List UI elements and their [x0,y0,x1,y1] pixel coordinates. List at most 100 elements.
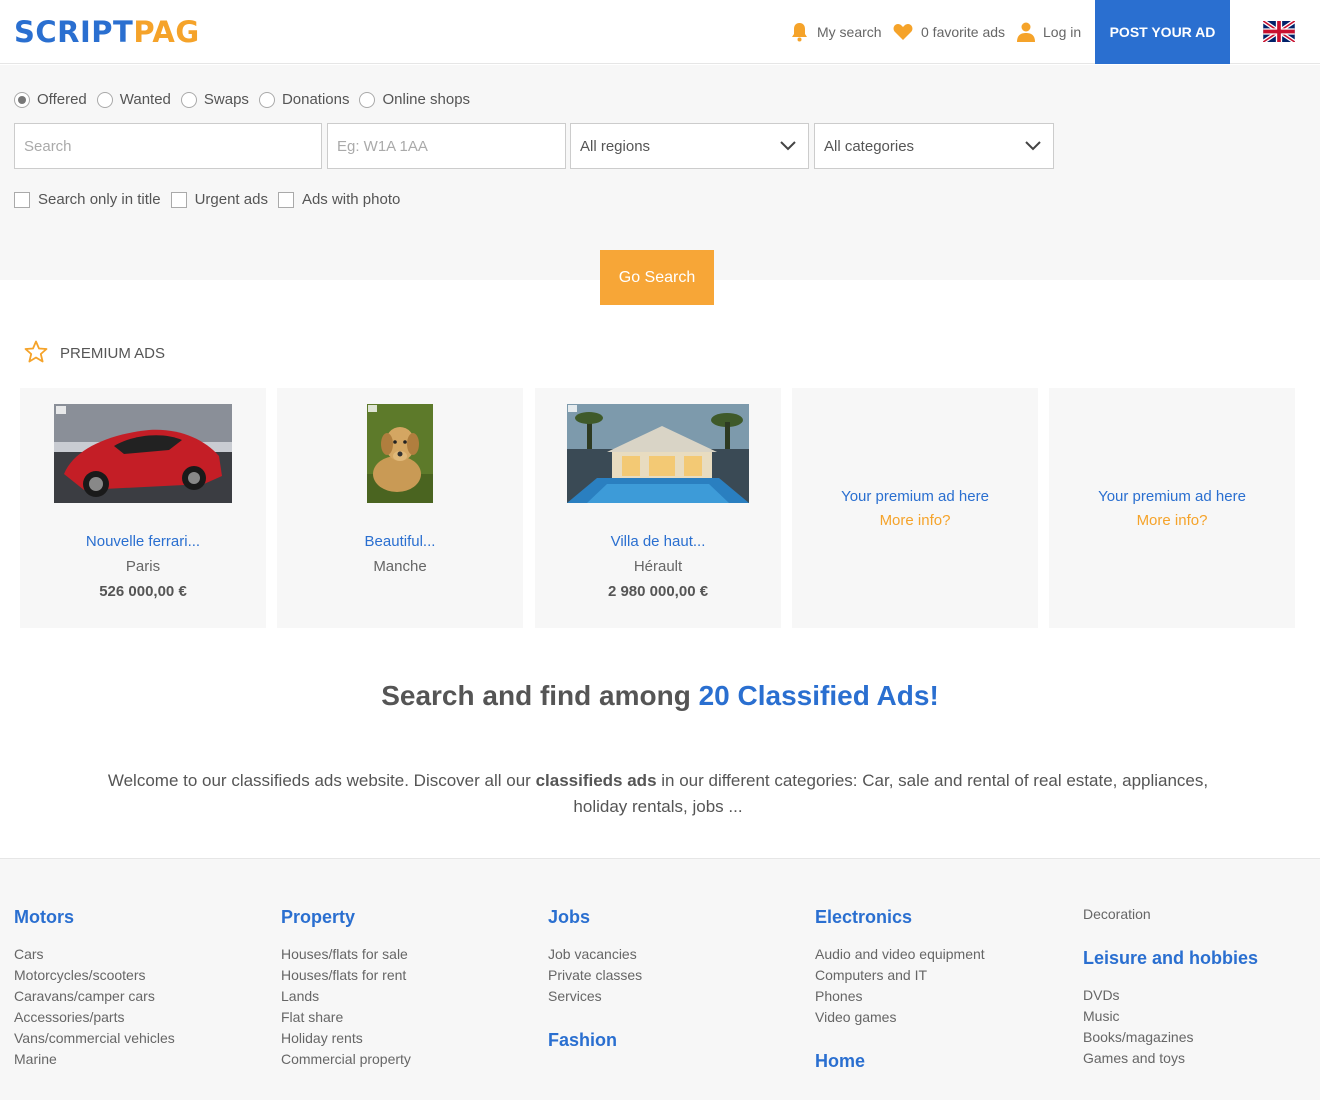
ad-photo-sports-car[interactable] [54,404,232,503]
radio-label: Offered [37,91,87,108]
my-search-link[interactable]: My search [790,0,882,64]
site-logo[interactable]: SCRIPTPAG [14,14,200,50]
category-home[interactable]: Home [815,1051,865,1072]
bell-icon [790,22,809,42]
subcategory-link[interactable]: Job vacancies [548,944,637,965]
radio-dot[interactable] [96,91,113,108]
intro-before: Welcome to our classifieds ads website. … [107,771,531,790]
intro-after: in our different categories: Car, sale a… [573,771,1209,816]
your-premium-ad-link[interactable]: Your premium ad here [1049,488,1295,505]
checkbox-box[interactable] [170,191,187,208]
postcode-input[interactable]: Eg: W1A 1AA [327,123,566,169]
ad-location: Hérault [633,558,683,575]
favorites-link[interactable]: 0 favorite ads [893,0,1005,64]
category-fashion[interactable]: Fashion [548,1030,617,1051]
ad-price: 2 980 000,00 € [607,583,709,600]
subcategory-link[interactable]: Private classes [548,965,642,986]
checkbox-urgent[interactable]: Urgent ads [170,191,268,208]
favorites-label: 0 favorite ads [921,24,1006,40]
radio-label: Donations [281,91,350,108]
ad-photo-dog[interactable] [367,404,433,503]
star-icon [24,340,48,367]
subcategory-link[interactable]: Video games [815,1007,896,1028]
checkbox-label: Ads with photo [301,191,401,208]
site-header: SCRIPTPAG My search 0 favorite ads Log i… [0,0,1320,64]
search-input[interactable]: Search [14,123,322,169]
page-headline: Search and find among 20 Classified Ads! [0,680,1320,712]
radio-offered[interactable]: Offered [14,91,87,108]
subcategory-link[interactable]: Services [548,986,602,1007]
category-electronics[interactable]: Electronics [815,907,912,928]
checkbox-title-only[interactable]: Search only in title [14,191,161,208]
subcategory-link[interactable]: Decoration [1083,904,1151,925]
category-select[interactable]: All categories [814,123,1054,169]
checkbox-box[interactable] [14,191,30,208]
radio-dot[interactable] [180,91,197,108]
category-leisure[interactable]: Leisure and hobbies [1083,948,1258,969]
premium-ad-placeholder[interactable]: Your premium ad here More info? [1049,388,1295,628]
ad-location: Manche [373,558,427,575]
subcategory-link[interactable]: Caravans/camper cars [14,986,155,1007]
search-options: Search only in title Urgent ads Ads with… [14,191,400,208]
uk-flag-icon[interactable] [1262,19,1296,47]
subcategory-link[interactable]: Houses/flats for rent [281,965,406,986]
premium-ads-title: PREMIUM ADS [60,345,166,362]
radio-wanted[interactable]: Wanted [96,91,171,108]
checkbox-with-photo[interactable]: Ads with photo [277,191,401,208]
ad-photo-villa[interactable] [567,404,749,503]
more-info-link[interactable]: More info? [792,512,1038,529]
subcategory-link[interactable]: Holiday rents [281,1028,363,1049]
search-panel: Offered Wanted Swaps Donations Online sh… [0,65,1320,280]
radio-dot[interactable] [14,91,30,108]
ad-title-link[interactable]: Beautiful... [277,533,523,550]
radio-online-shops[interactable]: Online shops [359,91,470,108]
your-premium-ad-link[interactable]: Your premium ad here [792,488,1038,505]
radio-dot[interactable] [258,91,275,108]
premium-ad-card[interactable]: Nouvelle ferrari... Paris 526 000,00 € [20,388,266,628]
region-select[interactable]: All regions [570,123,809,169]
subcategory-link[interactable]: Cars [14,944,44,965]
logo-part-pag: PAG [133,15,200,49]
subcategory-link[interactable]: Marine [14,1049,57,1070]
subcategory-link[interactable]: DVDs [1083,985,1120,1006]
intro-bold: classifieds ads [535,771,657,790]
subcategory-link[interactable]: Audio and video equipment [815,944,985,965]
radio-dot[interactable] [359,91,376,108]
radio-swaps[interactable]: Swaps [180,91,249,108]
region-value: All regions [580,137,651,155]
premium-ad-placeholder[interactable]: Your premium ad here More info? [792,388,1038,628]
ad-title-link[interactable]: Villa de haut... [535,533,781,550]
checkbox-label: Search only in title [38,191,161,208]
subcategory-link[interactable]: Books/magazines [1083,1027,1194,1048]
subcategory-link[interactable]: Games and toys [1083,1048,1185,1069]
subcategory-link[interactable]: Vans/commercial vehicles [14,1028,175,1049]
subcategory-link[interactable]: Flat share [281,1007,343,1028]
subcategory-link[interactable]: Accessories/parts [14,1007,124,1028]
subcategory-link[interactable]: Computers and IT [815,965,927,986]
category-motors[interactable]: Motors [14,907,74,928]
subcategory-link[interactable]: Houses/flats for sale [281,944,408,965]
premium-ad-card[interactable]: Beautiful... Manche [277,388,523,628]
login-label: Log in [1043,24,1082,40]
login-link[interactable]: Log in [1017,0,1081,64]
more-info-link[interactable]: More info? [1049,512,1295,529]
premium-ad-card[interactable]: Villa de haut... Hérault 2 980 000,00 € [535,388,781,628]
subcategory-link[interactable]: Phones [815,986,862,1007]
ad-title-link[interactable]: Nouvelle ferrari... [20,533,266,550]
postcode-placeholder: Eg: W1A 1AA [337,137,428,155]
subcategory-link[interactable]: Music [1083,1006,1120,1027]
subcategory-link[interactable]: Motorcycles/scooters [14,965,145,986]
go-search-button[interactable]: Go Search [600,250,714,305]
category-property[interactable]: Property [281,907,355,928]
category-value: All categories [824,137,915,155]
category-jobs[interactable]: Jobs [548,907,590,928]
headline-count: 20 Classified Ads! [698,680,939,711]
subcategory-link[interactable]: Commercial property [281,1049,411,1070]
subcategory-link[interactable]: Lands [281,986,319,1007]
my-search-label: My search [817,24,882,40]
checkbox-box[interactable] [277,191,294,208]
radio-label: Wanted [119,91,171,108]
radio-donations[interactable]: Donations [258,91,350,108]
post-your-ad-button[interactable]: POST YOUR AD [1095,0,1230,64]
user-icon [1017,22,1035,42]
